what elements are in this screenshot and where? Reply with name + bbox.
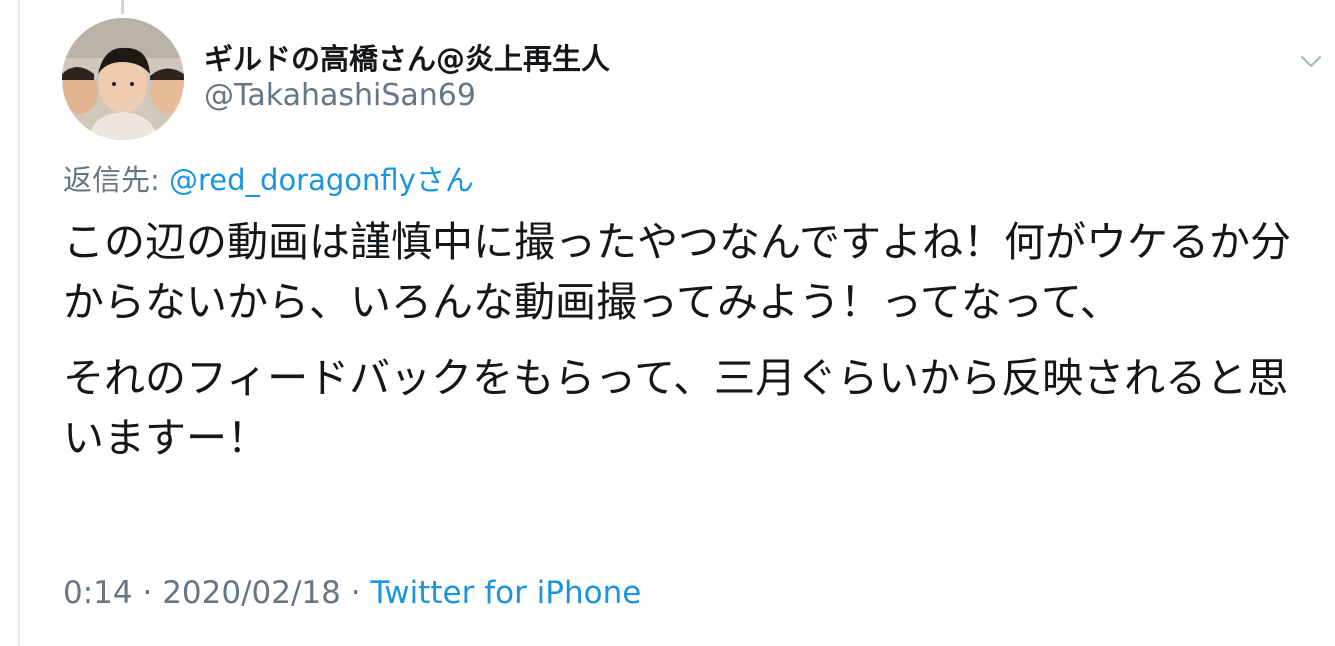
tweet-detail: ギルドの高橋さん@炎上再生人 @TakahashiSan69 返信先: @red…	[0, 0, 1335, 646]
timeline-border	[18, 0, 20, 646]
meta-separator: ·	[340, 575, 371, 611]
display-name[interactable]: ギルドの高橋さん@炎上再生人	[204, 36, 610, 78]
tweet-time[interactable]: 0:14	[63, 575, 133, 611]
tweet-source-link[interactable]: Twitter for iPhone	[370, 575, 641, 611]
tweet-paragraph: それのフィードバックをもらって、三月ぐらいから反映されると思いますー！	[63, 354, 1289, 462]
tweet-paragraph: この辺の動画は謹慎中に撮ったやつなんですよね！何がウケるか分からないから、いろん…	[63, 218, 1291, 326]
tweet-metadata: 0:14 · 2020/02/18 · Twitter for iPhone	[63, 575, 641, 611]
thread-connector-line	[121, 0, 124, 14]
tweet-text: この辺の動画は謹慎中に撮ったやつなんですよね！何がウケるか分からないから、いろん…	[63, 212, 1325, 468]
avatar[interactable]	[62, 18, 184, 140]
reply-to-mention-link[interactable]: @red_doragonfly	[169, 163, 416, 197]
user-handle[interactable]: @TakahashiSan69	[204, 78, 476, 113]
reply-to-line: 返信先: @red_doragonflyさん	[63, 157, 474, 199]
tweet-date[interactable]: 2020/02/18	[162, 575, 341, 611]
avatar-photo-icon	[62, 18, 184, 140]
reply-to-label: 返信先:	[63, 163, 169, 197]
meta-separator: ·	[132, 575, 163, 611]
chevron-down-icon[interactable]	[1298, 48, 1324, 74]
reply-to-suffix: さん	[415, 163, 474, 197]
